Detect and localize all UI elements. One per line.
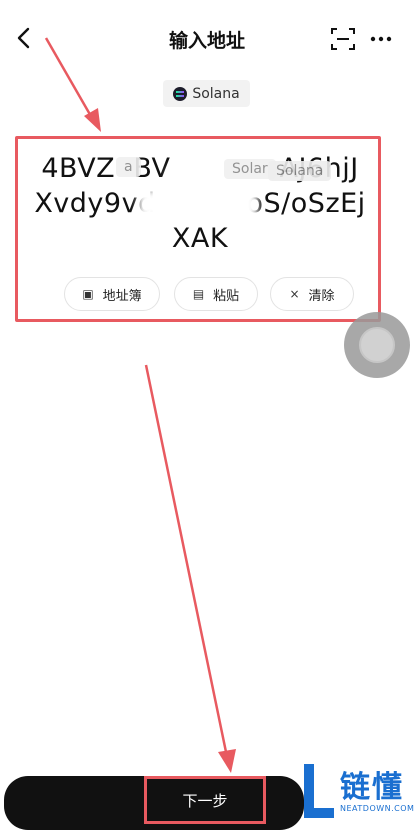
- brand-subtext: NEATDOWN.COM: [340, 804, 414, 813]
- arrowhead: [84, 108, 101, 132]
- brand-text: 链懂: [340, 770, 404, 805]
- brand-l-icon: [304, 764, 334, 818]
- watermark-logo: 链懂 NEATDOWN.COM: [300, 758, 414, 825]
- arrowhead: [218, 749, 236, 773]
- arrow-to-next: [144, 364, 228, 753]
- next-highlight: [144, 776, 266, 824]
- arrow-to-card: [44, 37, 94, 119]
- annotation-arrows: [44, 37, 236, 773]
